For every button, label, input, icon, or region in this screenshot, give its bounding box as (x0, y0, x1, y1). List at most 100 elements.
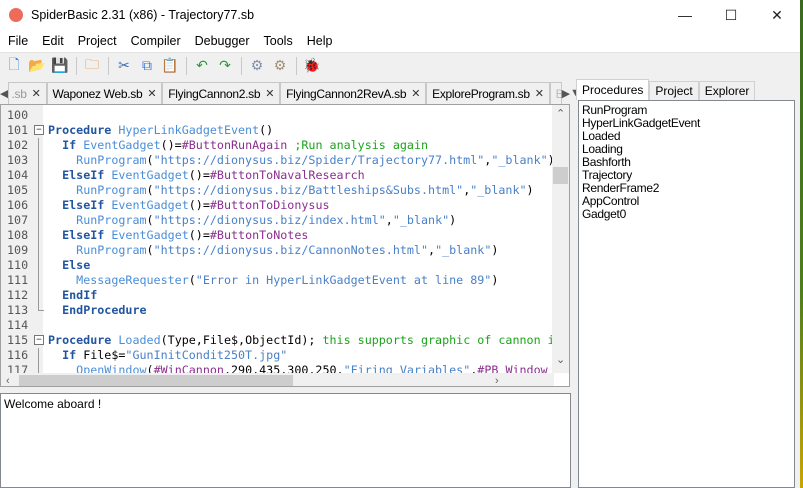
paste-icon[interactable]: 📋 (160, 56, 180, 76)
toolbar-separator (108, 56, 109, 75)
code-text: ElseIf EventGadget()=#ButtonToDionysus (48, 198, 330, 213)
file-tab[interactable]: FlyingCannon2.sb ✕ (162, 82, 281, 104)
menu-help[interactable]: Help (300, 34, 340, 48)
close-tab-icon[interactable]: ✕ (147, 87, 156, 100)
menu-project[interactable]: Project (71, 34, 124, 48)
open-file-icon[interactable]: 📂 (27, 56, 47, 76)
file-tab[interactable]: .sb ✕ (8, 82, 47, 104)
file-tab[interactable]: ExploreProgram.sb ✕ (426, 82, 550, 104)
code-text: If EventGadget()=#ButtonRunAgain ;Run an… (48, 138, 428, 153)
tabs-scroll-right-icon[interactable]: ▶ (562, 82, 570, 104)
code-token: ()= (188, 228, 210, 242)
new-file-icon[interactable]: 🗋 (4, 56, 24, 76)
code-token: Loaded (118, 333, 161, 347)
code-token: ;Run analysis again (294, 138, 429, 152)
code-text: ElseIf EventGadget()=#ButtonToNavalResea… (48, 168, 365, 183)
code-text: Else (48, 258, 90, 273)
compile-run-icon[interactable]: ⚙ (247, 56, 267, 76)
code-token: this supports graphic of cannon i (322, 333, 555, 347)
horizontal-scroll-thumb[interactable] (19, 375, 293, 386)
tab-procedures[interactable]: Procedures (576, 79, 650, 100)
tab-project[interactable]: Project (649, 81, 699, 100)
line-number: 109 (7, 243, 29, 257)
menu-edit[interactable]: Edit (35, 34, 71, 48)
compiler-options-icon[interactable]: ⚙ (270, 56, 290, 76)
redo-icon[interactable]: ↷ (215, 56, 235, 76)
line-number: 106 (7, 198, 29, 212)
code-token: RunProgram (76, 183, 147, 197)
file-tab[interactable]: FlyingCannon2RevA.sb ✕ (280, 82, 427, 104)
tab-label: Waponez Web.sb (52, 86, 143, 101)
maximize-button[interactable]: ☐ (708, 0, 754, 30)
app-icon (9, 8, 23, 22)
code-token: ) (491, 243, 499, 257)
tab-label: ExploreProgram.sb (432, 86, 530, 101)
code-token: If (62, 138, 77, 152)
code-text: Procedure HyperLinkGadgetEvent() (48, 123, 273, 138)
code-token: ElseIf (62, 228, 105, 242)
close-tab-icon[interactable]: ✕ (411, 87, 420, 100)
panel-tabs: Procedures Project Explorer (576, 79, 756, 100)
scroll-left-icon[interactable]: ‹ (6, 375, 10, 386)
fold-guide (38, 273, 39, 288)
tab-explorer[interactable]: Explorer (698, 81, 756, 100)
menu-file[interactable]: File (1, 34, 35, 48)
scroll-up-icon[interactable]: ⌃ (556, 107, 565, 120)
code-token: RunProgram (76, 243, 147, 257)
fold-guide (38, 138, 39, 153)
close-tab-icon[interactable]: ✕ (535, 87, 544, 100)
code-token: #ButtonToDionysus (209, 198, 330, 212)
cut-icon[interactable]: ✂ (114, 56, 134, 76)
file-tabs: ◀ .sb ✕ Waponez Web.sb ✕ FlyingCannon2.sb ✕… (0, 80, 581, 104)
close-tab-icon[interactable]: ✕ (32, 87, 41, 100)
copy-icon[interactable]: ⧉ (137, 56, 157, 76)
file-tab[interactable]: Waponez Web.sb ✕ (46, 82, 163, 104)
close-tab-icon[interactable]: ✕ (265, 87, 274, 100)
menu-debugger[interactable]: Debugger (188, 34, 257, 48)
fold-toggle-icon[interactable]: − (34, 125, 44, 135)
code-token: ) (449, 213, 457, 227)
line-number: 114 (7, 318, 29, 332)
menu-compiler[interactable]: Compiler (124, 34, 188, 48)
close-button[interactable]: ✕ (754, 0, 800, 30)
line-number: 104 (7, 168, 29, 182)
line-number: 116 (7, 348, 29, 362)
code-text: MessageRequester("Error in HyperLinkGadg… (48, 273, 498, 288)
tabs-scroll-left-icon[interactable]: ◀ (0, 82, 8, 104)
scroll-down-icon[interactable]: ⌄ (556, 353, 565, 366)
procedure-item[interactable]: Gadget0 (582, 208, 791, 221)
tab-label: FlyingCannon2.sb (168, 86, 261, 101)
code-token: Procedure (48, 123, 112, 137)
menu-tools[interactable]: Tools (257, 34, 300, 48)
save-icon[interactable]: 💾 (50, 56, 70, 76)
code-token: , (385, 213, 393, 227)
close-file-icon[interactable]: 🗀 (82, 56, 102, 76)
fold-guide (38, 243, 39, 258)
debugger-bug-icon[interactable]: 🐞 (302, 56, 322, 76)
menu-bar: File Edit Project Compiler Debugger Tool… (0, 30, 800, 52)
code-editor[interactable]: 100 101− Procedure HyperLinkGadgetEvent() 1… (0, 104, 570, 387)
fold-toggle-icon[interactable]: − (34, 335, 44, 345)
horizontal-scrollbar[interactable]: ‹ › (1, 373, 554, 386)
minimize-button[interactable]: — (662, 0, 708, 30)
code-token: #ButtonToNotes (209, 228, 309, 242)
code-text: If File$="GunInitCondit250T.jpg" (48, 348, 287, 363)
code-token: EventGadget (111, 198, 189, 212)
line-number: 107 (7, 213, 29, 227)
code-token: MessageRequester (76, 273, 189, 287)
undo-icon[interactable]: ↶ (192, 56, 212, 76)
file-tab[interactable]: B (549, 82, 562, 104)
fold-guide (38, 213, 39, 228)
title-bar: SpiderBasic 2.31 (x86) - Trajectory77.sb… (0, 0, 800, 30)
code-token: () (259, 123, 274, 137)
vertical-scroll-thumb[interactable] (553, 167, 568, 184)
vertical-scrollbar[interactable]: ⌃ ⌄ (552, 105, 569, 373)
scroll-right-icon[interactable]: › (495, 375, 499, 386)
fold-guide (38, 228, 39, 243)
line-number: 101 (7, 123, 29, 137)
code-token: EventGadget (83, 138, 161, 152)
